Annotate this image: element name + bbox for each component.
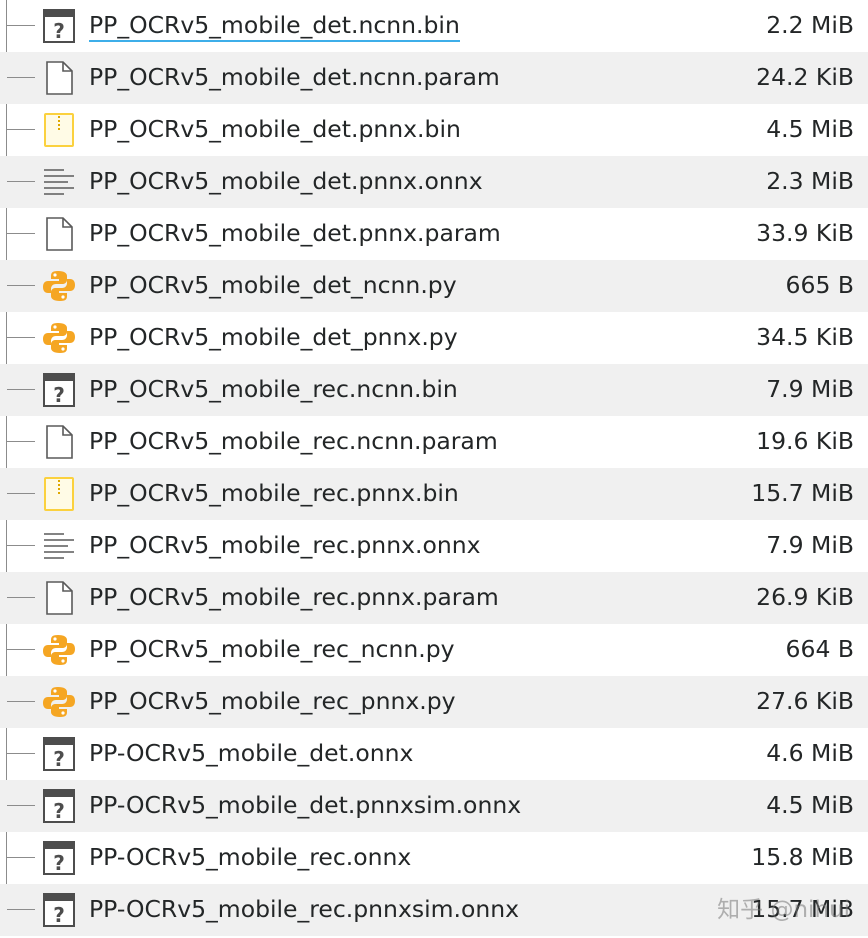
- tree-branch-line: [7, 441, 35, 442]
- tree-branch-line: [7, 649, 35, 650]
- tree-branch-line: [7, 857, 35, 858]
- file-name[interactable]: PP-OCRv5_mobile_det.pnnxsim.onnx: [89, 788, 521, 822]
- svg-text:?: ?: [53, 383, 65, 407]
- file-size: 33.9 KiB: [756, 219, 854, 247]
- file-row[interactable]: PP_OCRv5_mobile_rec_ncnn.py 664 B: [0, 624, 868, 676]
- file-row[interactable]: PP_OCRv5_mobile_det.pnnx.onnx 2.3 MiB: [0, 156, 868, 208]
- file-row[interactable]: PP_OCRv5_mobile_det_ncnn.py 665 B: [0, 260, 868, 312]
- unknown-file-icon: ?: [42, 8, 76, 44]
- file-size: 7.9 MiB: [766, 375, 854, 403]
- file-size: 19.6 KiB: [756, 427, 854, 455]
- tree-branch-line: [7, 493, 35, 494]
- file-row[interactable]: ? PP-OCRv5_mobile_det.pnnxsim.onnx 4.5 MiB: [0, 780, 868, 832]
- file-size: 15.8 MiB: [751, 843, 854, 871]
- tree-branch-line: [7, 909, 35, 910]
- tree-branch-line: [7, 77, 35, 78]
- file-size: 4.6 MiB: [766, 739, 854, 767]
- file-size: 665 B: [785, 271, 854, 299]
- tree-branch-line: [7, 337, 35, 338]
- unknown-file-icon: ?: [42, 840, 76, 876]
- file-row[interactable]: PP_OCRv5_mobile_rec.pnnx.bin 15.7 MiB: [0, 468, 868, 520]
- tree-branch-line: [7, 181, 35, 182]
- file-row[interactable]: PP_OCRv5_mobile_rec.pnnx.onnx 7.9 MiB: [0, 520, 868, 572]
- file-size: 15.7 MiB: [751, 479, 854, 507]
- python-file-icon: [42, 684, 76, 720]
- file-name[interactable]: PP_OCRv5_mobile_rec_pnnx.py: [89, 684, 456, 718]
- file-name[interactable]: PP_OCRv5_mobile_rec.ncnn.param: [89, 424, 498, 458]
- file-size: 664 B: [785, 635, 854, 663]
- file-name[interactable]: PP-OCRv5_mobile_det.onnx: [89, 736, 413, 770]
- file-row[interactable]: PP_OCRv5_mobile_rec_pnnx.py 27.6 KiB: [0, 676, 868, 728]
- tree-branch-line: [7, 701, 35, 702]
- svg-text:?: ?: [53, 19, 65, 43]
- blank-file-icon: [42, 216, 76, 252]
- tree-branch-line: [7, 597, 35, 598]
- tree-branch-line: [7, 25, 35, 26]
- tree-branch-line: [7, 233, 35, 234]
- file-size: 2.2 MiB: [766, 11, 854, 39]
- file-size: 24.2 KiB: [756, 63, 854, 91]
- file-size: 4.5 MiB: [766, 791, 854, 819]
- file-row[interactable]: ? PP_OCRv5_mobile_rec.ncnn.bin 7.9 MiB: [0, 364, 868, 416]
- tree-branch-line: [7, 753, 35, 754]
- text-file-icon: [42, 528, 76, 564]
- unknown-file-icon: ?: [42, 788, 76, 824]
- file-row[interactable]: PP_OCRv5_mobile_det.ncnn.param 24.2 KiB: [0, 52, 868, 104]
- file-name[interactable]: PP_OCRv5_mobile_det.pnnx.bin: [89, 112, 461, 146]
- svg-text:?: ?: [53, 747, 65, 771]
- text-file-icon: [42, 164, 76, 200]
- file-row[interactable]: PP_OCRv5_mobile_det.pnnx.param 33.9 KiB: [0, 208, 868, 260]
- file-size: 34.5 KiB: [756, 323, 854, 351]
- file-name[interactable]: PP_OCRv5_mobile_det_pnnx.py: [89, 320, 458, 354]
- tree-branch-line: [7, 389, 35, 390]
- tree-branch-line: [7, 545, 35, 546]
- file-name[interactable]: PP-OCRv5_mobile_rec.pnnxsim.onnx: [89, 892, 519, 926]
- file-name[interactable]: PP_OCRv5_mobile_det.pnnx.param: [89, 216, 501, 250]
- file-size: 4.5 MiB: [766, 115, 854, 143]
- file-name[interactable]: PP-OCRv5_mobile_rec.onnx: [89, 840, 411, 874]
- tree-branch-line: [7, 129, 35, 130]
- file-name[interactable]: PP_OCRv5_mobile_det.ncnn.param: [89, 60, 500, 94]
- file-name[interactable]: PP_OCRv5_mobile_det.ncnn.bin: [89, 8, 460, 42]
- file-name[interactable]: PP_OCRv5_mobile_det.pnnx.onnx: [89, 164, 483, 198]
- tree-branch-line: [7, 805, 35, 806]
- python-file-icon: [42, 268, 76, 304]
- file-name[interactable]: PP_OCRv5_mobile_det_ncnn.py: [89, 268, 457, 302]
- archive-file-icon: [42, 112, 76, 148]
- file-row[interactable]: PP_OCRv5_mobile_det.pnnx.bin 4.5 MiB: [0, 104, 868, 156]
- blank-file-icon: [42, 580, 76, 616]
- file-name[interactable]: PP_OCRv5_mobile_rec.ncnn.bin: [89, 372, 458, 406]
- blank-file-icon: [42, 424, 76, 460]
- watermark: 知乎 @nihui: [717, 897, 850, 923]
- file-size: 2.3 MiB: [766, 167, 854, 195]
- unknown-file-icon: ?: [42, 736, 76, 772]
- file-size: 27.6 KiB: [756, 687, 854, 715]
- archive-file-icon: [42, 476, 76, 512]
- unknown-file-icon: ?: [42, 892, 76, 928]
- file-size: 26.9 KiB: [756, 583, 854, 611]
- file-name[interactable]: PP_OCRv5_mobile_rec.pnnx.param: [89, 580, 499, 614]
- file-size: 7.9 MiB: [766, 531, 854, 559]
- file-row[interactable]: PP_OCRv5_mobile_rec.pnnx.param 26.9 KiB: [0, 572, 868, 624]
- python-file-icon: [42, 320, 76, 356]
- python-file-icon: [42, 632, 76, 668]
- file-row[interactable]: PP_OCRv5_mobile_rec.ncnn.param 19.6 KiB: [0, 416, 868, 468]
- file-list: ? PP_OCRv5_mobile_det.ncnn.bin 2.2 MiB PP_O…: [0, 0, 868, 936]
- unknown-file-icon: ?: [42, 372, 76, 408]
- tree-branch-line: [7, 285, 35, 286]
- file-row[interactable]: ? PP_OCRv5_mobile_det.ncnn.bin 2.2 MiB: [0, 0, 868, 52]
- file-row[interactable]: ? PP-OCRv5_mobile_rec.onnx 15.8 MiB: [0, 832, 868, 884]
- svg-text:?: ?: [53, 851, 65, 875]
- file-name[interactable]: PP_OCRv5_mobile_rec.pnnx.onnx: [89, 528, 481, 562]
- svg-text:?: ?: [53, 799, 65, 823]
- file-name[interactable]: PP_OCRv5_mobile_rec.pnnx.bin: [89, 476, 459, 510]
- file-name[interactable]: PP_OCRv5_mobile_rec_ncnn.py: [89, 632, 455, 666]
- svg-text:?: ?: [53, 903, 65, 927]
- file-row[interactable]: PP_OCRv5_mobile_det_pnnx.py 34.5 KiB: [0, 312, 868, 364]
- blank-file-icon: [42, 60, 76, 96]
- file-row[interactable]: ? PP-OCRv5_mobile_det.onnx 4.6 MiB: [0, 728, 868, 780]
